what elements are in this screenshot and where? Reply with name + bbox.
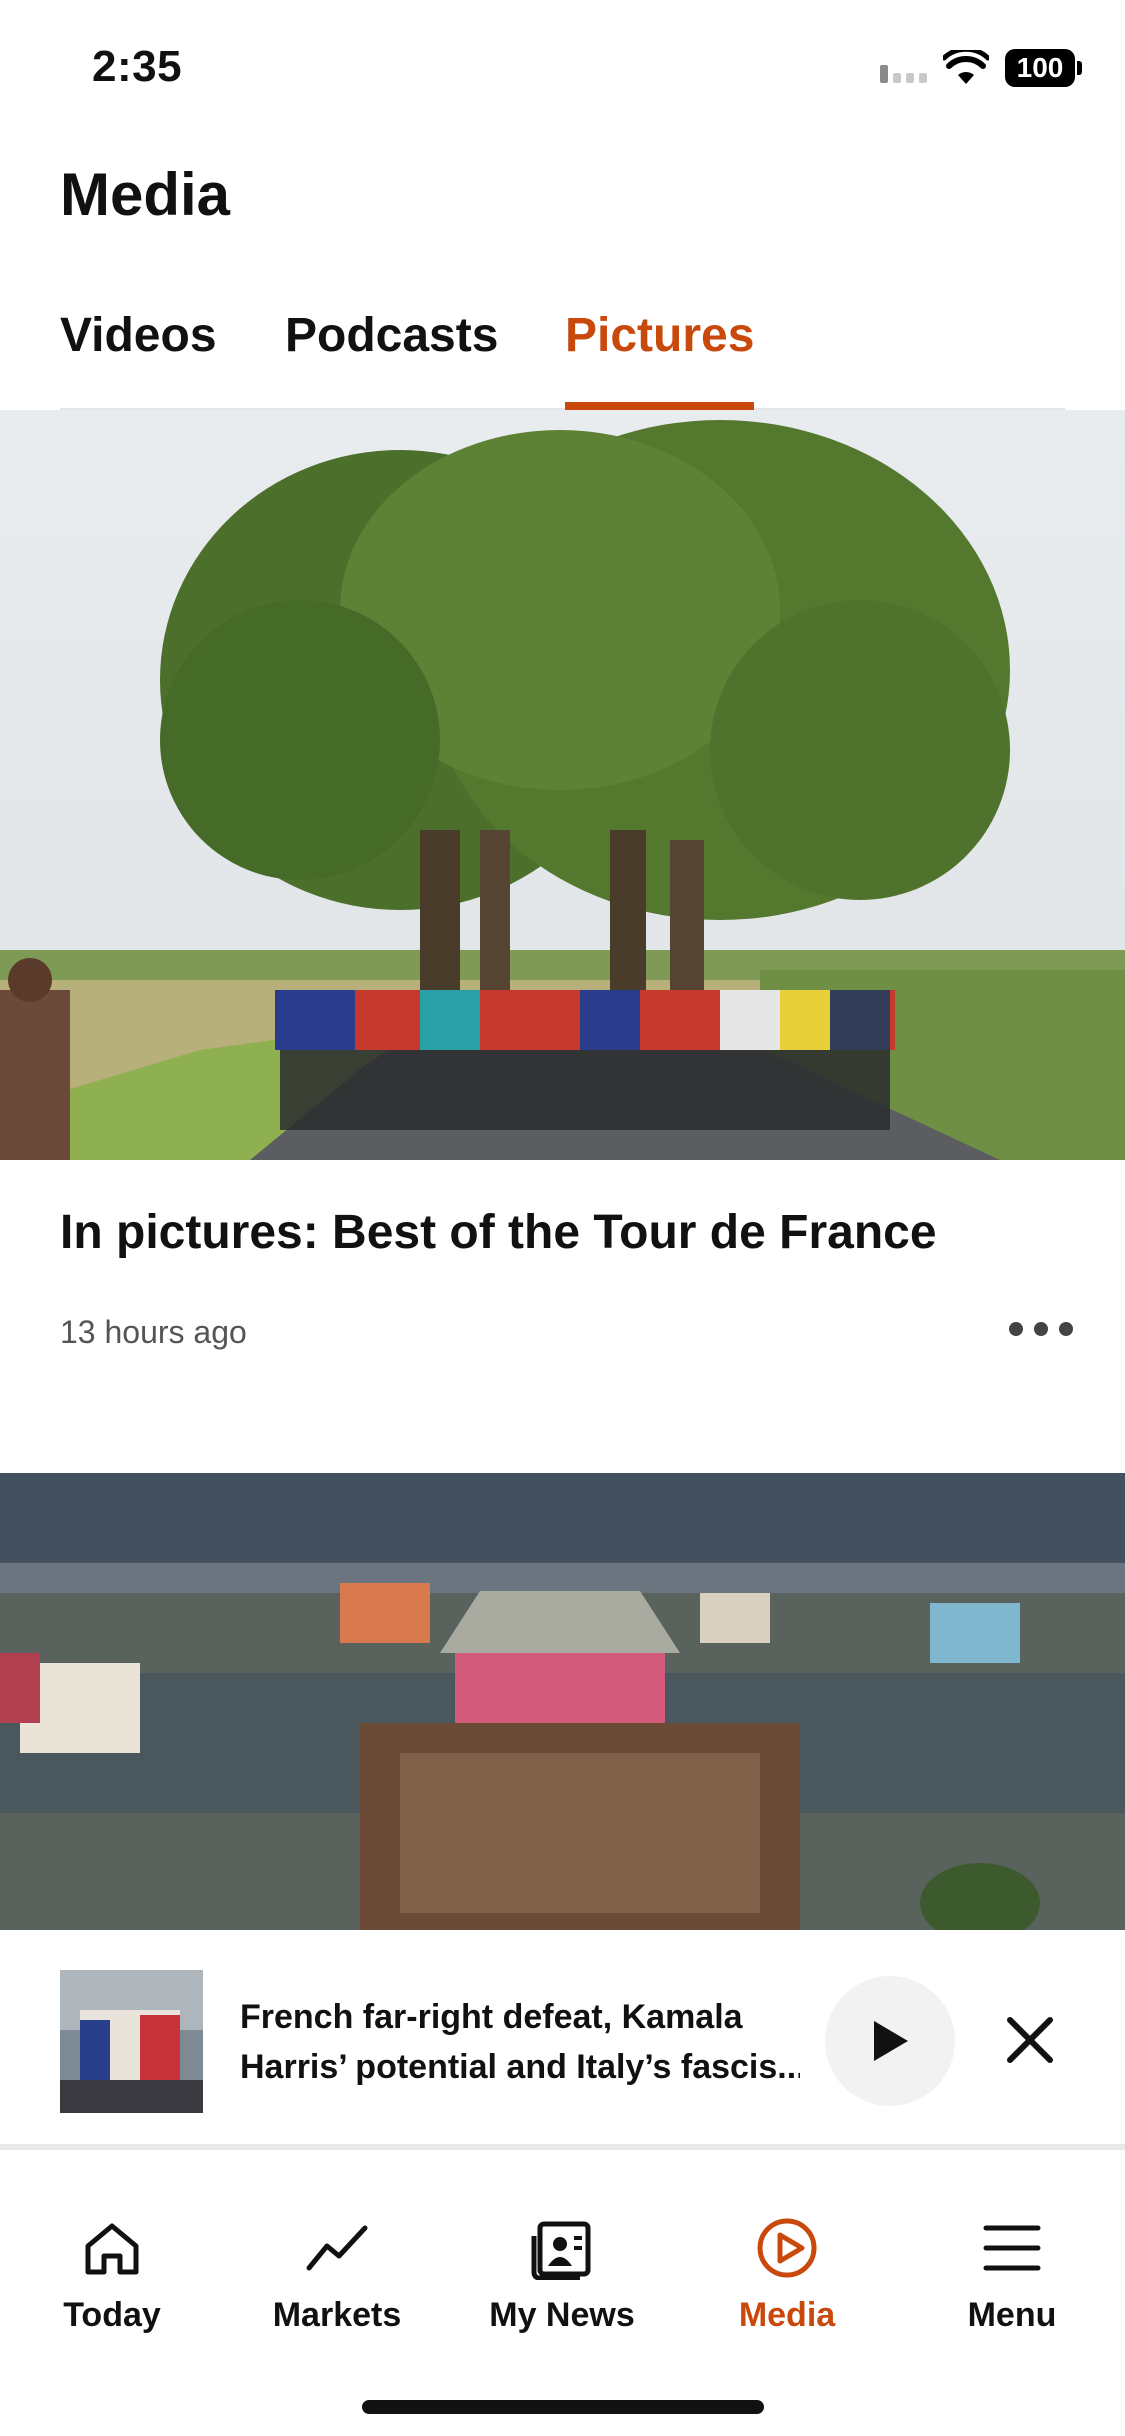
story-title[interactable]: In pictures: Best of the Tour de France bbox=[60, 1205, 1060, 1260]
nav-label-my-news: My News bbox=[489, 2296, 635, 2334]
close-player-button[interactable] bbox=[1000, 2010, 1060, 2070]
nav-today[interactable]: Today bbox=[22, 2216, 202, 2335]
story-image-2[interactable] bbox=[0, 1473, 1125, 1933]
dot-icon bbox=[1059, 1322, 1073, 1336]
story-hero-image[interactable] bbox=[0, 410, 1125, 1160]
nav-label-today: Today bbox=[63, 2296, 161, 2334]
podcast-title-line1: French far-right defeat, Kamala bbox=[240, 1998, 743, 2036]
battery-icon: 100 bbox=[1005, 49, 1082, 87]
nav-label-media: Media bbox=[738, 2296, 836, 2334]
nav-label-menu: Menu bbox=[967, 2296, 1057, 2334]
status-bar: 2:35 100 bbox=[0, 0, 1125, 140]
news-icon bbox=[531, 2221, 591, 2280]
mini-player[interactable]: French far-right defeat, Kamala Harris’ … bbox=[0, 1930, 1125, 2150]
play-icon bbox=[874, 2021, 908, 2061]
tour-de-france-photo bbox=[0, 410, 1125, 1160]
tab-videos[interactable]: Videos bbox=[60, 308, 217, 410]
bottom-nav: Today Markets My News Media Menu bbox=[0, 2156, 1125, 2436]
podcast-title-line2: Harris’ potential and Italy’s fascis... bbox=[240, 2048, 800, 2086]
status-indicators: 100 bbox=[880, 46, 1082, 90]
dot-icon bbox=[1009, 1322, 1023, 1336]
play-button[interactable] bbox=[825, 1976, 955, 2106]
nav-label-markets: Markets bbox=[272, 2296, 402, 2334]
cellular-signal-icon bbox=[880, 53, 927, 83]
dot-icon bbox=[1034, 1322, 1048, 1336]
podcast-thumbnail bbox=[60, 1970, 203, 2113]
tab-podcasts[interactable]: Podcasts bbox=[285, 308, 498, 410]
more-options-button[interactable] bbox=[1009, 1316, 1073, 1342]
close-icon bbox=[1007, 2017, 1053, 2063]
play-circle-icon bbox=[757, 2218, 817, 2278]
nav-my-news[interactable]: My News bbox=[472, 2216, 652, 2335]
hamburger-icon bbox=[983, 2225, 1041, 2271]
page-title: Media bbox=[60, 161, 231, 228]
wifi-icon bbox=[943, 50, 989, 84]
podcast-title: French far-right defeat, Kamala Harris’ … bbox=[240, 1992, 800, 2092]
nav-menu[interactable]: Menu bbox=[922, 2216, 1102, 2335]
status-time: 2:35 bbox=[92, 42, 183, 91]
story-timestamp: 13 hours ago bbox=[60, 1314, 247, 1350]
home-icon bbox=[85, 2223, 139, 2275]
chart-line-icon bbox=[306, 2225, 368, 2271]
tab-pictures[interactable]: Pictures bbox=[565, 308, 755, 410]
home-indicator[interactable] bbox=[362, 2400, 764, 2414]
media-tabs: Videos Podcasts Pictures bbox=[60, 300, 1065, 410]
flooded-town-photo bbox=[0, 1473, 1125, 1933]
nav-markets[interactable]: Markets bbox=[247, 2216, 427, 2335]
nav-media[interactable]: Media bbox=[697, 2216, 877, 2335]
